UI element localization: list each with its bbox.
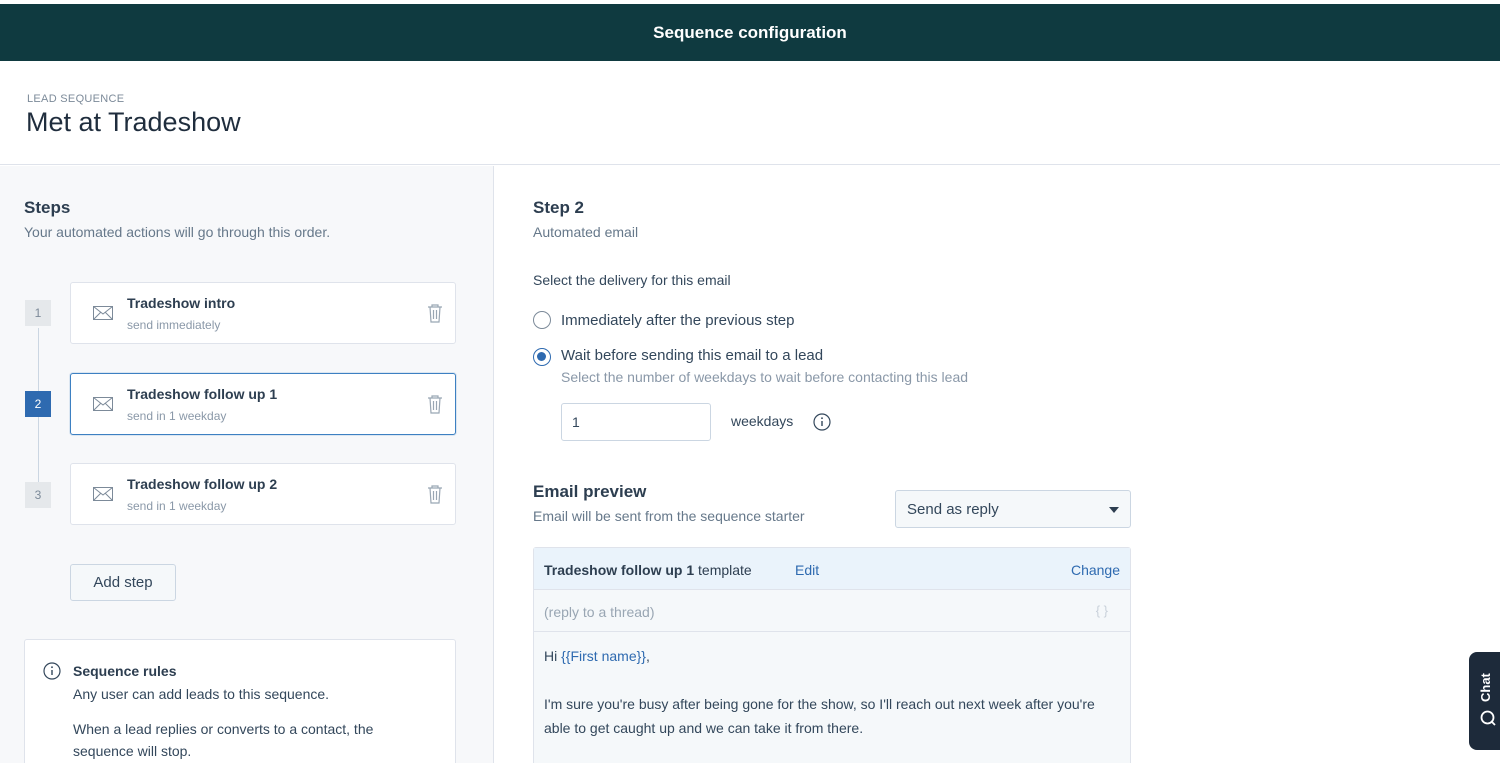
radio-immediately[interactable] (533, 311, 551, 329)
mail-icon (93, 487, 113, 501)
personalization-token: {{First name}} (561, 648, 646, 664)
email-preview-title: Email preview (533, 482, 647, 501)
step-number-1: 1 (25, 300, 51, 326)
radio-wait[interactable] (533, 348, 551, 366)
trash-icon[interactable] (427, 394, 443, 414)
step-name: Tradeshow follow up 2 (127, 476, 278, 492)
chat-label: Chat (1478, 673, 1493, 702)
radio-label[interactable]: Wait before sending this email to a lead (561, 347, 823, 364)
step-card-1[interactable]: Tradeshow intro send immediately (70, 282, 456, 344)
mail-icon (93, 306, 113, 320)
steps-panel: Steps Your automated actions will go thr… (0, 166, 494, 763)
rules-text: When a lead replies or converts to a con… (73, 721, 374, 759)
template-header: Tradeshow follow up 1 template Edit Chan… (534, 548, 1130, 590)
subject-row: (reply to a thread) { } (534, 590, 1130, 632)
template-name: Tradeshow follow up 1 template (544, 562, 752, 578)
mail-icon (93, 397, 113, 411)
email-preview-box: Tradeshow follow up 1 template Edit Chan… (533, 547, 1131, 763)
step-detail-panel: Step 2 Automated email Select the delive… (495, 166, 1500, 763)
trash-icon[interactable] (427, 303, 443, 323)
step-detail-title: Step 2 (533, 198, 585, 217)
sequence-kicker: LEAD SEQUENCE (27, 93, 125, 105)
info-icon (43, 662, 61, 680)
rules-text: Any user can add leads to this sequence. (73, 686, 330, 702)
step-name: Tradeshow follow up 1 (127, 386, 278, 402)
step-detail-subtitle: Automated email (533, 224, 639, 240)
add-step-button[interactable]: Add step (70, 564, 176, 601)
step-number-2: 2 (25, 391, 51, 417)
page-title: Sequence configuration (653, 22, 847, 42)
steps-subtitle: Your automated actions will go through t… (24, 224, 331, 240)
email-preview-subtitle: Email will be sent from the sequence sta… (533, 508, 805, 524)
sequence-header: LEAD SEQUENCE Met at Tradeshow (0, 61, 1500, 165)
step-timing: send immediately (127, 318, 221, 332)
caret-down-icon (1109, 507, 1119, 513)
chat-launcher[interactable]: Chat (1469, 652, 1500, 750)
weekdays-input[interactable] (561, 403, 711, 441)
send-mode-value: Send as reply (907, 500, 999, 518)
braces-icon: { } (1095, 603, 1108, 618)
trash-icon[interactable] (427, 484, 443, 504)
wait-help-text: Select the number of weekdays to wait be… (561, 369, 969, 385)
send-mode-dropdown[interactable]: Send as reply (895, 490, 1131, 528)
body-paragraph: I'm sure you're busy after being gone fo… (544, 696, 1095, 736)
top-bar: Sequence configuration (0, 4, 1500, 61)
subject-text: (reply to a thread) (544, 604, 655, 620)
chat-icon (1480, 710, 1496, 726)
rules-title: Sequence rules (73, 663, 177, 679)
step-timing: send in 1 weekday (127, 499, 227, 513)
change-template-link[interactable]: Change (1071, 562, 1120, 578)
steps-title: Steps (24, 198, 71, 217)
sequence-rules-box: Sequence rules Any user can add leads to… (24, 639, 456, 763)
step-timing: send in 1 weekday (127, 409, 227, 423)
step-name: Tradeshow intro (127, 295, 236, 311)
step-card-3[interactable]: Tradeshow follow up 2 send in 1 weekday (70, 463, 456, 525)
sequence-title: Met at Tradeshow (26, 107, 241, 137)
step-card-2[interactable]: Tradeshow follow up 1 send in 1 weekday (70, 373, 456, 435)
info-icon[interactable] (813, 413, 831, 431)
greeting-line: Hi {{First name}}, (544, 648, 650, 664)
radio-label[interactable]: Immediately after the previous step (561, 312, 794, 329)
weekdays-label: weekdays (731, 413, 794, 429)
email-body: Hi {{First name}}, I'm sure you're busy … (544, 644, 1124, 740)
step-number-3: 3 (25, 482, 51, 508)
delivery-label: Select the delivery for this email (533, 272, 731, 288)
edit-template-link[interactable]: Edit (795, 562, 819, 578)
